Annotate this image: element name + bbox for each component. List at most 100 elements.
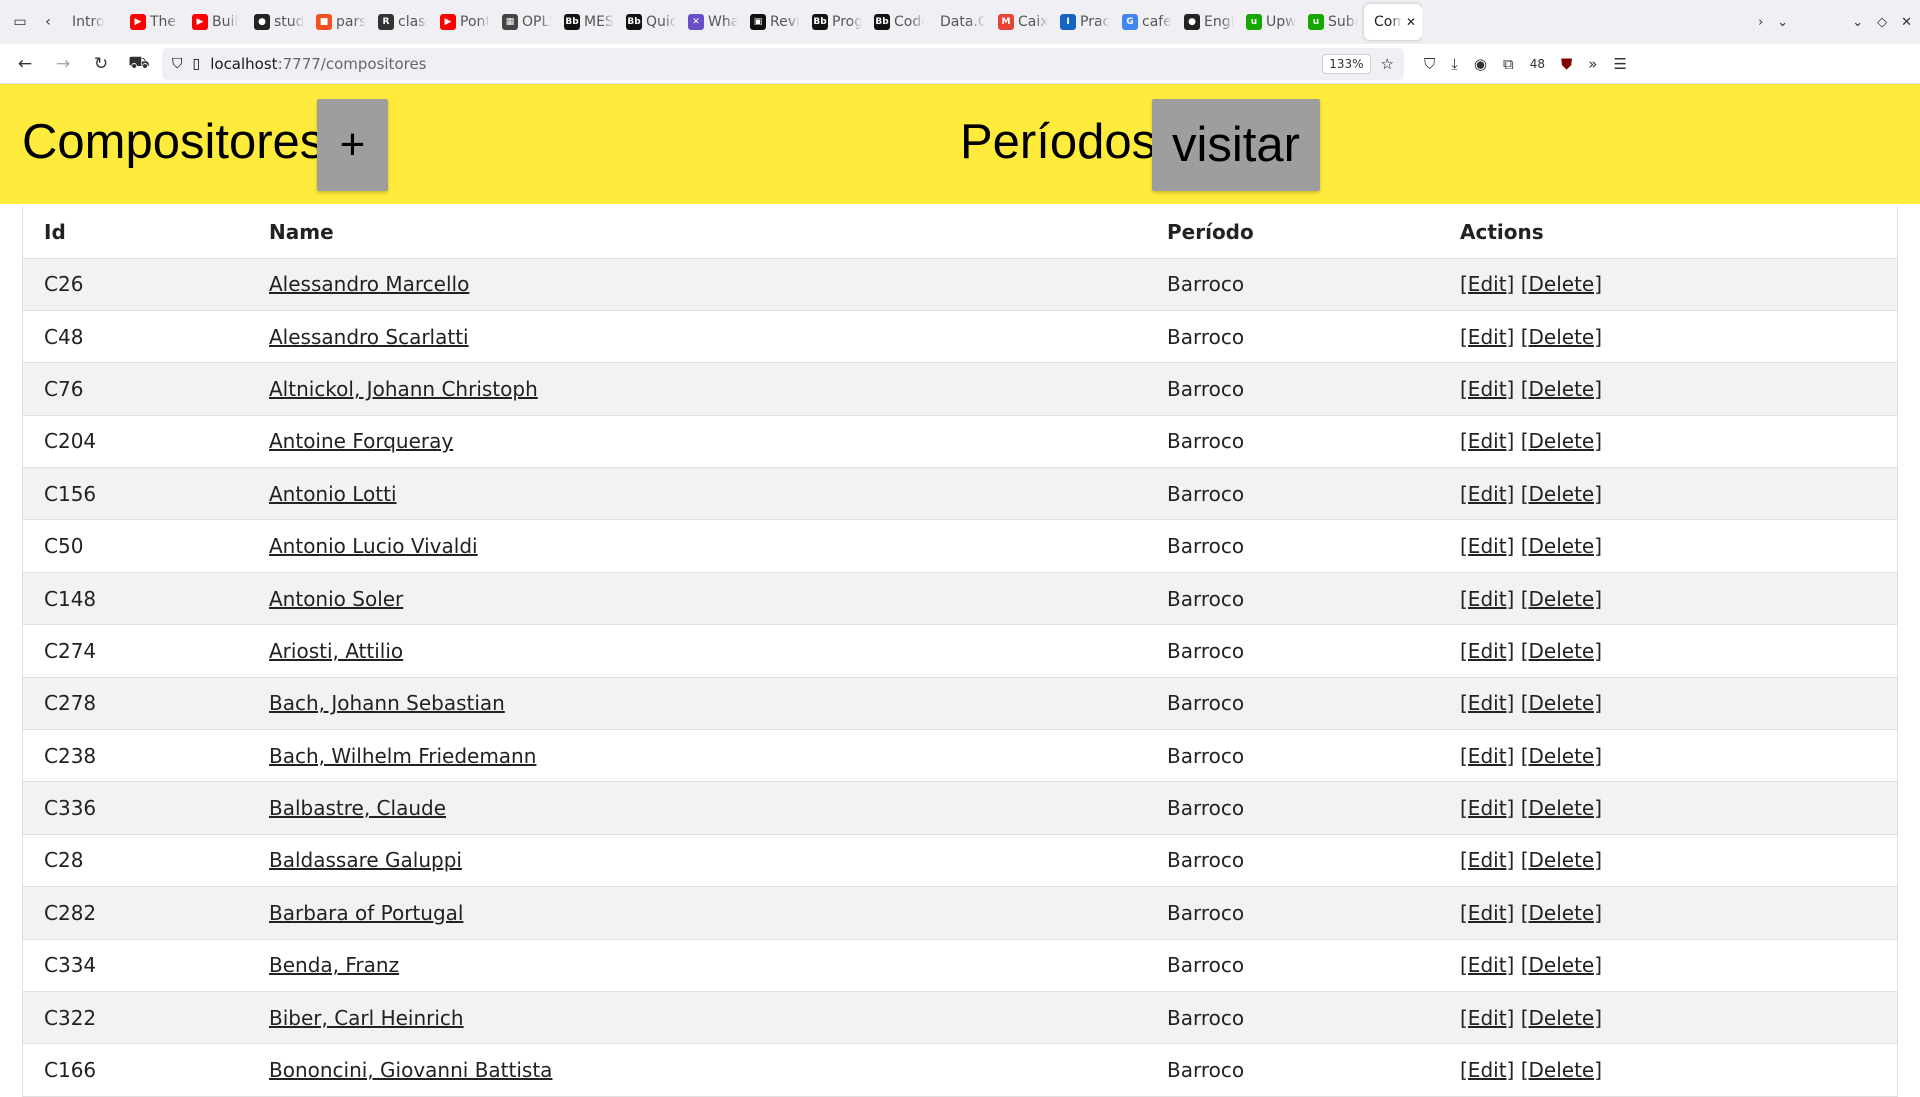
edit-link[interactable]: [Edit]	[1460, 901, 1514, 925]
browser-tab[interactable]: ▶The I	[124, 4, 186, 40]
delete-link[interactable]: [Delete]	[1521, 587, 1602, 611]
browser-tab[interactable]: ■ pars	[310, 4, 372, 40]
menu-icon[interactable]: ☰	[1613, 55, 1626, 73]
composer-id: C322	[23, 991, 248, 1045]
browser-tab[interactable]: Bb Quic	[620, 4, 682, 40]
account-icon[interactable]: ◉	[1474, 55, 1487, 73]
page-info-icon[interactable]: ▯	[193, 56, 201, 72]
close-tab-icon[interactable]: ✕	[1406, 15, 1416, 29]
composer-id: C148	[23, 572, 248, 626]
browser-tab[interactable]: u Subr	[1302, 4, 1364, 40]
pocket-icon[interactable]: ⛉	[1424, 55, 1435, 73]
composer-name-link[interactable]: Altnickol, Johann Christoph	[269, 377, 538, 401]
delete-link[interactable]: [Delete]	[1521, 796, 1602, 820]
composer-name-link[interactable]: Balbastre, Claude	[269, 796, 446, 820]
edit-link[interactable]: [Edit]	[1460, 1058, 1514, 1082]
browser-tab[interactable]: Gcafe	[1116, 4, 1178, 40]
delete-link[interactable]: [Delete]	[1521, 482, 1602, 506]
tab-scroll-left-icon[interactable]: ‹	[34, 8, 62, 36]
extensions-icon[interactable]: ⧉	[1503, 55, 1514, 73]
close-window-icon[interactable]: ✕	[1901, 15, 1912, 30]
composer-name-link[interactable]: Biber, Carl Heinrich	[269, 1006, 464, 1030]
composer-name-link[interactable]: Antonio Lucio Vivaldi	[269, 534, 478, 558]
browser-tab[interactable]: ▣ Revi	[744, 4, 806, 40]
browser-tab[interactable]: ▦OPLS	[496, 4, 558, 40]
restore-icon[interactable]: ◇	[1877, 15, 1887, 30]
delete-link[interactable]: [Delete]	[1521, 325, 1602, 349]
composer-periodo: Barroco	[1146, 1043, 1439, 1097]
browser-tab[interactable]: ▶ Pont	[434, 4, 496, 40]
delete-link[interactable]: [Delete]	[1521, 901, 1602, 925]
forward-arrow-icon[interactable]: →	[48, 49, 78, 79]
zoom-level[interactable]: 133%	[1322, 53, 1371, 74]
edit-link[interactable]: [Edit]	[1460, 848, 1514, 872]
browser-tab[interactable]: ● stud	[248, 4, 310, 40]
browser-tab[interactable]: M Caix	[992, 4, 1054, 40]
composer-name-link[interactable]: Bononcini, Giovanni Battista	[269, 1058, 552, 1082]
browser-tab[interactable]: Bb MES	[558, 4, 620, 40]
edit-link[interactable]: [Edit]	[1460, 639, 1514, 663]
browser-tab[interactable]: BbCode	[868, 4, 930, 40]
delete-link[interactable]: [Delete]	[1521, 639, 1602, 663]
ublock-icon[interactable]: ⛊	[1561, 55, 1572, 73]
delete-link[interactable]: [Delete]	[1521, 1058, 1602, 1082]
composer-name-link[interactable]: Alessandro Marcello	[269, 272, 469, 296]
delete-link[interactable]: [Delete]	[1521, 1006, 1602, 1030]
browser-tab[interactable]: u Upw	[1240, 4, 1302, 40]
composer-name-link[interactable]: Antoine Forqueray	[269, 429, 453, 453]
bookmark-star-icon[interactable]: ☆	[1381, 55, 1394, 73]
composer-name-link[interactable]: Benda, Franz	[269, 953, 399, 977]
browser-tab[interactable]: I Prac	[1054, 4, 1116, 40]
edit-link[interactable]: [Edit]	[1460, 953, 1514, 977]
edit-link[interactable]: [Edit]	[1460, 325, 1514, 349]
browser-tab[interactable]: Data.Ch	[930, 4, 992, 40]
edit-link[interactable]: [Edit]	[1460, 587, 1514, 611]
composer-name-link[interactable]: Bach, Wilhelm Friedemann	[269, 744, 536, 768]
delete-link[interactable]: [Delete]	[1521, 953, 1602, 977]
delete-link[interactable]: [Delete]	[1521, 429, 1602, 453]
edit-link[interactable]: [Edit]	[1460, 796, 1514, 820]
browser-tab[interactable]: ▶ Buil	[186, 4, 248, 40]
edit-link[interactable]: [Edit]	[1460, 272, 1514, 296]
visit-periods-button[interactable]: visitar	[1152, 99, 1320, 191]
add-composer-button[interactable]: +	[317, 99, 388, 191]
delete-link[interactable]: [Delete]	[1521, 744, 1602, 768]
shield-icon[interactable]: ⛉	[172, 56, 183, 72]
composer-name-link[interactable]: Baldassare Galuppi	[269, 848, 462, 872]
tab-scroll-right-icon[interactable]: ›	[1758, 15, 1763, 30]
minimize-icon[interactable]: ⌄	[1852, 15, 1863, 30]
edit-link[interactable]: [Edit]	[1460, 744, 1514, 768]
url-bar[interactable]: ⛉ ▯ localhost:7777/compositores 133% ☆	[162, 47, 1404, 80]
edit-link[interactable]: [Edit]	[1460, 377, 1514, 401]
download-icon[interactable]: ⤓	[1451, 55, 1458, 73]
browser-tab[interactable]: Intro	[62, 4, 124, 40]
browser-tab[interactable]: Rclass	[372, 4, 434, 40]
composer-name-link[interactable]: Barbara of Portugal	[269, 901, 463, 925]
delete-link[interactable]: [Delete]	[1521, 377, 1602, 401]
extension-badge[interactable]: 48	[1530, 57, 1545, 71]
composer-name-link[interactable]: Antonio Lotti	[269, 482, 397, 506]
tab-list-chevron-icon[interactable]: ⌄	[1777, 15, 1788, 30]
composer-name-link[interactable]: Antonio Soler	[269, 587, 403, 611]
browser-tab[interactable]: ● Engl	[1178, 4, 1240, 40]
delete-link[interactable]: [Delete]	[1521, 691, 1602, 715]
browser-tab[interactable]: Comp ✕	[1364, 4, 1422, 40]
edit-link[interactable]: [Edit]	[1460, 534, 1514, 558]
browser-tab[interactable]: Bb Prog	[806, 4, 868, 40]
overflow-chevron-icon[interactable]: »	[1588, 55, 1597, 73]
edit-link[interactable]: [Edit]	[1460, 691, 1514, 715]
delete-link[interactable]: [Delete]	[1521, 534, 1602, 558]
edit-link[interactable]: [Edit]	[1460, 482, 1514, 506]
edit-link[interactable]: [Edit]	[1460, 429, 1514, 453]
composer-name-link[interactable]: Bach, Johann Sebastian	[269, 691, 505, 715]
tab-overview-icon[interactable]: ▭	[6, 8, 34, 36]
browser-tab[interactable]: ✕ Wha	[682, 4, 744, 40]
edit-link[interactable]: [Edit]	[1460, 1006, 1514, 1030]
back-arrow-icon[interactable]: ←	[10, 49, 40, 79]
extension-icon[interactable]: ⛟	[124, 49, 154, 79]
composer-name-link[interactable]: Ariosti, Attilio	[269, 639, 403, 663]
composer-name-link[interactable]: Alessandro Scarlatti	[269, 325, 469, 349]
delete-link[interactable]: [Delete]	[1521, 848, 1602, 872]
reload-icon[interactable]: ↻	[86, 49, 116, 79]
delete-link[interactable]: [Delete]	[1521, 272, 1602, 296]
